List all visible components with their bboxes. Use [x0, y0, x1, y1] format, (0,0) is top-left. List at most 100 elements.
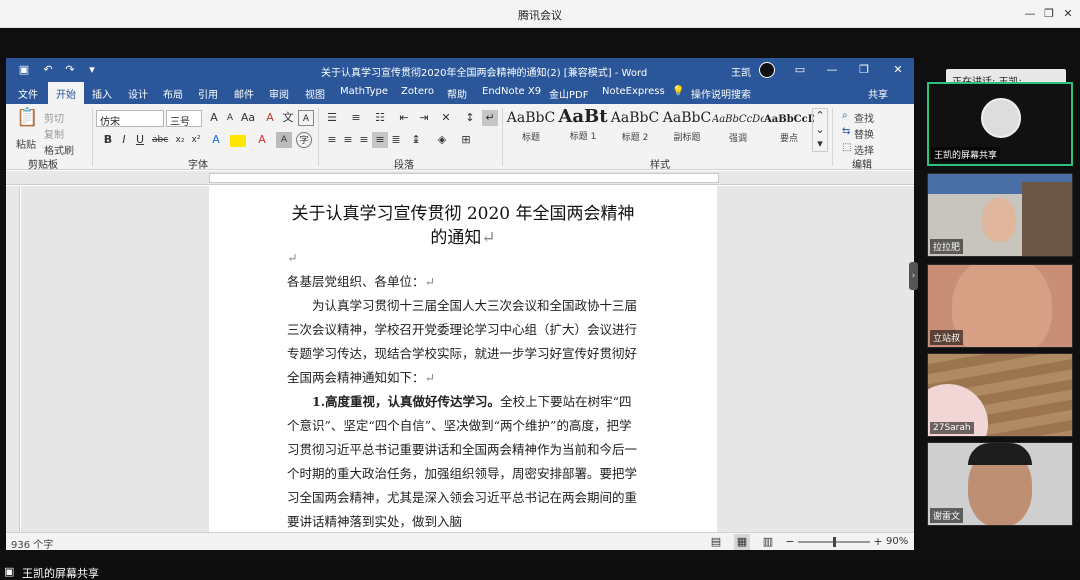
enclose-char-icon[interactable]: 字	[296, 132, 312, 148]
align-center-icon[interactable]: ≡	[340, 132, 356, 148]
grow-font-icon[interactable]: A	[206, 110, 222, 126]
numbering-icon[interactable]: ≡	[348, 110, 364, 126]
copy-button[interactable]: 复制	[44, 126, 64, 141]
style-heading2[interactable]: AaBbC 标题 2	[610, 106, 660, 154]
subscript-icon[interactable]: x₂	[172, 132, 188, 148]
clear-format-icon[interactable]: A	[262, 110, 278, 126]
find-button[interactable]: 查找	[854, 110, 874, 125]
ribbon-display-icon[interactable]: ▭	[792, 62, 808, 78]
tab-review[interactable]: 审阅	[269, 86, 289, 101]
participant-tile[interactable]: 立站叔	[927, 264, 1073, 348]
style-strong[interactable]: AaBbCcD 要点	[764, 106, 814, 154]
paste-label[interactable]: 粘贴	[16, 136, 36, 151]
minimize-icon[interactable]: —	[824, 62, 840, 78]
select-icon[interactable]: ⬚	[842, 142, 851, 153]
zoom-thumb[interactable]	[833, 537, 836, 547]
change-case-icon[interactable]: Aa	[240, 110, 256, 126]
font-size-select[interactable]: 三号	[166, 110, 202, 128]
tab-file[interactable]: 文件	[18, 86, 38, 101]
restore-button[interactable]: ❐	[1040, 5, 1058, 23]
font-color-icon[interactable]: A	[254, 132, 270, 148]
style-emphasis[interactable]: AaBbCcDc 强调	[712, 106, 764, 154]
tab-view[interactable]: 视图	[305, 86, 325, 101]
show-marks-icon[interactable]: ↵	[482, 110, 498, 126]
redo-icon[interactable]: ↷	[62, 62, 78, 78]
tab-references[interactable]: 引用	[198, 86, 218, 101]
tab-jinshan-pdf[interactable]: 金山PDF	[549, 86, 588, 101]
avatar[interactable]	[759, 62, 775, 78]
close-icon[interactable]: ✕	[890, 62, 906, 78]
bold-icon[interactable]: B	[100, 132, 116, 148]
zoom-out-icon[interactable]: −	[782, 534, 798, 550]
zoom-slider[interactable]	[798, 537, 870, 547]
align-right-icon[interactable]: ≡	[356, 132, 372, 148]
italic-icon[interactable]: I	[116, 132, 132, 148]
customize-toolbar-icon[interactable]: ▾	[84, 62, 100, 78]
print-layout-icon[interactable]: ▦	[734, 534, 750, 550]
phonetic-guide-icon[interactable]: 文	[280, 110, 296, 126]
align-left-icon[interactable]: ≡	[324, 132, 340, 148]
line-spacing-icon[interactable]: ↨	[408, 132, 424, 148]
tab-endnote[interactable]: EndNote X9	[482, 86, 541, 97]
tab-noteexpress[interactable]: NoteExpress	[602, 86, 665, 97]
participant-tile[interactable]: 拉拉肥	[927, 173, 1073, 257]
participant-tile[interactable]: 谢雷文	[927, 442, 1073, 526]
style-heading1[interactable]: AaBt 标题 1	[558, 106, 608, 154]
maximize-icon[interactable]: ❐	[856, 62, 872, 78]
replace-icon[interactable]: ⇆	[842, 126, 850, 137]
find-icon[interactable]: ⌕	[842, 110, 848, 121]
distributed-icon[interactable]: ≣	[388, 132, 404, 148]
read-mode-icon[interactable]: ▤	[708, 534, 724, 550]
tab-layout[interactable]: 布局	[163, 86, 183, 101]
web-layout-icon[interactable]: ▥	[760, 534, 776, 550]
share-button[interactable]: 共享	[868, 86, 888, 101]
chinese-layout-icon[interactable]: ✕	[438, 110, 454, 126]
replace-button[interactable]: 替换	[854, 126, 874, 141]
zoom-level[interactable]: 90%	[886, 536, 908, 547]
select-button[interactable]: 选择	[854, 142, 874, 157]
highlight-icon[interactable]	[230, 135, 246, 147]
justify-icon[interactable]: ≡	[372, 132, 388, 148]
cut-button[interactable]: 剪切	[44, 110, 64, 125]
shrink-font-icon[interactable]: A	[222, 110, 238, 126]
superscript-icon[interactable]: x²	[188, 132, 204, 148]
tab-zotero[interactable]: Zotero	[401, 86, 434, 97]
tab-help[interactable]: 帮助	[447, 86, 467, 101]
tab-insert[interactable]: 插入	[92, 86, 112, 101]
participant-tile[interactable]: 王凯的屏幕共享	[927, 82, 1073, 166]
undo-icon[interactable]: ↶	[40, 62, 56, 78]
char-border-icon[interactable]: A	[298, 110, 314, 126]
borders-icon[interactable]: ⊞	[458, 132, 474, 148]
tell-me-search[interactable]: 操作说明搜索	[691, 86, 751, 101]
style-title[interactable]: AaBbC 标题	[506, 106, 556, 154]
underline-icon[interactable]: U	[132, 132, 148, 148]
increase-indent-icon[interactable]: ⇥	[416, 110, 432, 126]
style-subtitle[interactable]: AaBbC 副标题	[662, 106, 712, 154]
decrease-indent-icon[interactable]: ⇤	[396, 110, 412, 126]
save-icon[interactable]: ▣	[16, 62, 32, 78]
user-name[interactable]: 王凯	[731, 64, 751, 79]
tab-design[interactable]: 设计	[128, 86, 148, 101]
paste-icon[interactable]: 📋	[16, 109, 38, 134]
word-count[interactable]: 936 个字	[11, 536, 53, 550]
bullets-icon[interactable]: ☰	[324, 110, 340, 126]
zoom-in-icon[interactable]: +	[870, 534, 886, 550]
participant-tile[interactable]: 27Sarah	[927, 353, 1073, 437]
minimize-button[interactable]: —	[1021, 5, 1039, 23]
sort-icon[interactable]: ↕	[462, 110, 478, 126]
multilevel-list-icon[interactable]: ☷	[372, 110, 388, 126]
strikethrough-icon[interactable]: abc	[152, 132, 168, 148]
document-page[interactable]: 关于认真学习宣传贯彻 2020 年全国两会精神 的通知↵ ↵ 各基层党组织、各单…	[209, 186, 717, 532]
char-shading-icon[interactable]: A	[276, 132, 292, 148]
tab-mathtype[interactable]: MathType	[340, 86, 388, 97]
format-painter-button[interactable]: 格式刷	[44, 142, 74, 157]
font-name-select[interactable]: 仿宋	[96, 110, 164, 128]
text-effects-icon[interactable]: A	[208, 132, 224, 148]
expand-panel-handle[interactable]: ›	[909, 262, 918, 290]
vertical-ruler[interactable]	[6, 186, 20, 532]
tab-home[interactable]: 开始	[48, 82, 84, 104]
close-button[interactable]: ✕	[1059, 5, 1077, 23]
shading-icon[interactable]: ◈	[434, 132, 450, 148]
horizontal-ruler[interactable]	[6, 171, 914, 185]
styles-more-icon[interactable]: ⌃ ⌄ ▾	[812, 108, 828, 152]
